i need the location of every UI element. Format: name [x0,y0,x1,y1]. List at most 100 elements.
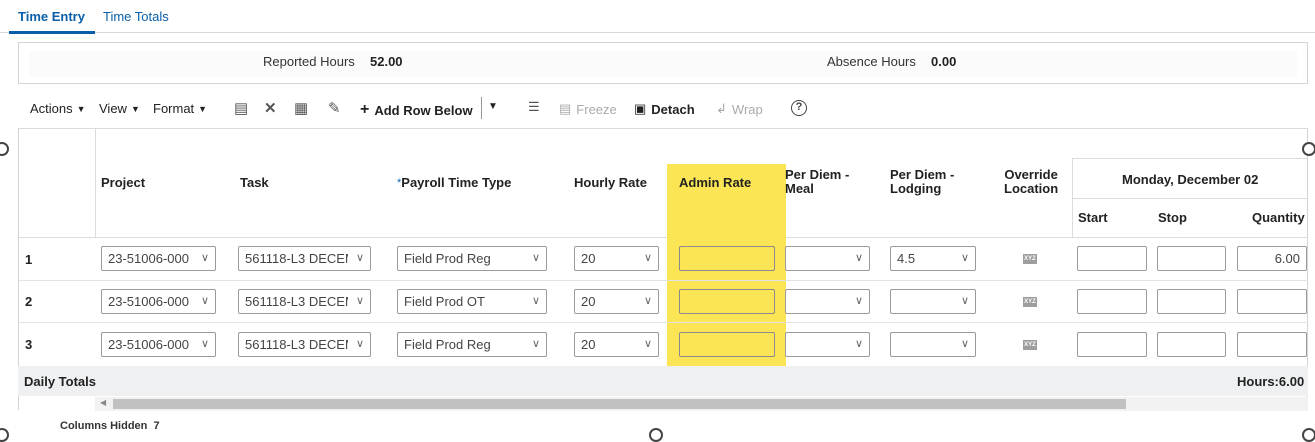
resize-handle-bottom-right[interactable] [1302,428,1315,442]
caret-down-icon: ▼ [198,103,208,114]
per-diem-lodging-line2: Lodging [890,181,942,196]
stop-time-input[interactable] [1157,332,1226,357]
horizontal-scrollbar-thumb[interactable] [113,399,1126,409]
per-diem-lodging-select[interactable]: ∨ [890,332,976,357]
detach-button[interactable]: ▣ Detach [634,101,695,117]
add-row-dropdown[interactable]: ▼ [488,101,498,112]
project-select[interactable]: 23-51006-000 ∨ [101,289,216,314]
resize-handle-left[interactable] [0,142,9,156]
row-separator [18,280,1308,281]
project-value: 23-51006-000 [108,251,189,266]
column-header-project[interactable]: Project [101,176,145,190]
admin-rate-input[interactable] [679,289,775,314]
hourly-rate-value: 20 [581,337,596,352]
caret-down-icon: ▼ [76,103,86,114]
caret-down-icon: ▼ [488,101,498,112]
resize-handle-bottom-left[interactable] [0,428,9,442]
chevron-down-icon: ∨ [643,295,652,307]
override-location-icon[interactable]: XYZ [1023,297,1037,307]
project-select[interactable]: 23-51006-000 ∨ [101,332,216,357]
document-icon[interactable]: ▤ [234,99,248,117]
column-header-task[interactable]: Task [240,176,269,190]
stop-time-input[interactable] [1157,246,1226,271]
chevron-down-icon: ∨ [854,295,863,307]
freeze-button[interactable]: ▤ Freeze [559,101,617,117]
per-diem-meal-select[interactable]: ∨ [785,246,870,271]
quantity-input[interactable] [1237,332,1307,357]
column-header-per-diem-lodging[interactable]: Per Diem - Lodging [890,168,954,196]
chevron-down-icon: ∨ [960,295,969,307]
detach-icon: ▣ [634,101,647,116]
task-select[interactable]: 561118-L3 DECEM ∨ [238,246,371,271]
column-header-per-diem-meal[interactable]: Per Diem - Meal [785,168,849,196]
delete-x-icon[interactable]: ✕ [264,99,277,117]
column-header-quantity[interactable]: Quantity [1252,211,1305,225]
chevron-down-icon: ∨ [355,338,364,350]
project-select[interactable]: 23-51006-000 ∨ [101,246,216,271]
hourly-rate-select[interactable]: 20 ∨ [574,332,659,357]
tab-time-totals[interactable]: Time Totals [103,9,169,24]
help-icon[interactable]: ? [791,100,807,116]
add-row-below-label: Add Row Below [374,102,473,118]
payroll-time-type-select[interactable]: Field Prod OT ∨ [397,289,547,314]
chevron-down-icon: ∨ [531,295,540,307]
scroll-left-arrow-icon[interactable]: ◀ [100,398,106,407]
per-diem-lodging-select[interactable]: 4.5 ∨ [890,246,976,271]
start-time-input[interactable] [1077,332,1147,357]
column-header-override-location[interactable]: Override Location [1004,168,1058,196]
actions-menu[interactable]: Actions ▼ [30,101,86,116]
quantity-input[interactable]: 6.00 [1237,246,1307,271]
chevron-down-icon: ∨ [200,295,209,307]
chevron-down-icon: ∨ [200,252,209,264]
column-header-admin-rate[interactable]: Admin Rate [679,176,751,190]
override-location-line2: Location [1004,181,1059,196]
row-separator [18,322,1308,323]
resize-handle-bottom[interactable] [649,428,663,442]
summary-inner [29,51,1297,77]
hours-summary-panel [18,42,1308,84]
per-diem-meal-select[interactable]: ∨ [785,332,870,357]
hourly-rate-select[interactable]: 20 ∨ [574,246,659,271]
resize-handle-right[interactable] [1302,142,1315,156]
hourly-rate-select[interactable]: 20 ∨ [574,289,659,314]
per-diem-lodging-select[interactable]: ∨ [890,289,976,314]
freeze-icon: ▤ [559,101,572,116]
daily-totals-row [18,366,1308,396]
column-header-hourly-rate[interactable]: Hourly Rate [574,176,647,190]
add-row-below-button[interactable]: + Add Row Below [360,101,473,119]
task-value: 561118-L3 DECEM [245,294,348,309]
per-diem-lodging-line1: Per Diem - [890,167,955,182]
admin-rate-input[interactable] [679,246,775,271]
filter-rows-icon[interactable]: ☰ [528,99,540,115]
stop-time-input[interactable] [1157,289,1226,314]
table-top-border [18,128,1308,129]
wrap-icon: ↲ [716,101,727,116]
project-value: 23-51006-000 [108,337,189,352]
quantity-input[interactable] [1237,289,1307,314]
start-time-input[interactable] [1077,289,1147,314]
chevron-down-icon: ∨ [355,295,364,307]
detach-label: Detach [651,101,695,117]
tab-time-entry[interactable]: Time Entry [18,9,85,24]
edit-pencil-icon[interactable]: ✎ [328,99,341,117]
chevron-down-icon: ∨ [854,252,863,264]
chevron-down-icon: ∨ [643,252,652,264]
column-header-start[interactable]: Start [1078,211,1108,225]
payroll-time-type-select[interactable]: Field Prod Reg ∨ [397,332,547,357]
view-menu[interactable]: View ▼ [99,101,140,116]
override-location-icon[interactable]: XYZ [1023,340,1037,350]
payroll-time-type-select[interactable]: Field Prod Reg ∨ [397,246,547,271]
per-diem-meal-select[interactable]: ∨ [785,289,870,314]
wrap-button[interactable]: ↲ Wrap [716,101,763,117]
table-grid-icon[interactable]: ▦ [294,99,308,117]
view-label: View [99,101,127,116]
task-select[interactable]: 561118-L3 DECEM ∨ [238,289,371,314]
day-group-divider [1072,198,1308,199]
column-header-stop[interactable]: Stop [1158,211,1187,225]
task-select[interactable]: 561118-L3 DECEM ∨ [238,332,371,357]
admin-rate-input[interactable] [679,332,775,357]
column-header-payroll-time-type[interactable]: *Payroll Time Type [397,176,511,190]
start-time-input[interactable] [1077,246,1147,271]
format-menu[interactable]: Format ▼ [153,101,207,116]
override-location-icon[interactable]: XYZ [1023,254,1037,264]
